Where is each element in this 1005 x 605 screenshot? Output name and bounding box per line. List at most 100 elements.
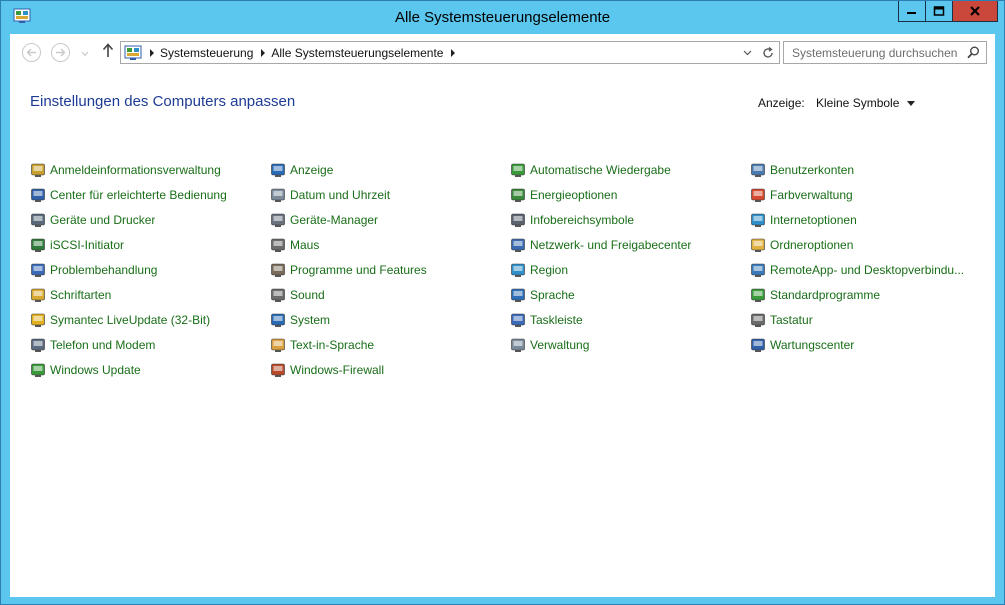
control-panel-item-label[interactable]: Windows-Firewall bbox=[290, 363, 384, 377]
control-panel-item[interactable]: Energieoptionen bbox=[510, 182, 750, 207]
notification-icons-icon[interactable] bbox=[510, 212, 526, 228]
devices-printers-icon[interactable] bbox=[30, 212, 46, 228]
control-panel-item-label[interactable]: Telefon und Modem bbox=[50, 338, 155, 352]
control-panel-item[interactable]: Infobereichsymbole bbox=[510, 207, 750, 232]
system-icon[interactable] bbox=[270, 312, 286, 328]
control-panel-item-label[interactable]: Datum und Uhrzeit bbox=[290, 188, 390, 202]
search-input[interactable] bbox=[784, 42, 964, 63]
view-mode-value[interactable]: Kleine Symbole bbox=[816, 96, 899, 110]
search-box[interactable] bbox=[783, 41, 987, 64]
control-panel-item[interactable]: Farbverwaltung bbox=[750, 182, 990, 207]
remoteapp-icon[interactable] bbox=[750, 262, 766, 278]
search-icon[interactable] bbox=[967, 46, 980, 62]
control-panel-item-label[interactable]: Maus bbox=[290, 238, 319, 252]
control-panel-item-label[interactable]: Windows Update bbox=[50, 363, 141, 377]
device-manager-icon[interactable] bbox=[270, 212, 286, 228]
region-icon[interactable] bbox=[510, 262, 526, 278]
symantec-liveupdate-icon[interactable] bbox=[30, 312, 46, 328]
address-history-button[interactable] bbox=[737, 50, 757, 56]
control-panel-item-label[interactable]: Taskleiste bbox=[530, 313, 583, 327]
windows-firewall-icon[interactable] bbox=[270, 362, 286, 378]
control-panel-item[interactable]: Windows Update bbox=[30, 357, 270, 382]
control-panel-item-label[interactable]: Geräte und Drucker bbox=[50, 213, 155, 227]
control-panel-item[interactable]: Maus bbox=[270, 232, 510, 257]
control-panel-item[interactable]: Symantec LiveUpdate (32-Bit) bbox=[30, 307, 270, 332]
user-accounts-icon[interactable] bbox=[750, 162, 766, 178]
control-panel-item-label[interactable]: Tastatur bbox=[770, 313, 813, 327]
display-icon[interactable] bbox=[270, 162, 286, 178]
close-button[interactable] bbox=[952, 1, 998, 22]
credential-vault-icon[interactable] bbox=[30, 162, 46, 178]
control-panel-item-label[interactable]: RemoteApp- und Desktopverbindu... bbox=[770, 263, 964, 277]
control-panel-item[interactable]: Anmeldeinformationsverwaltung bbox=[30, 157, 270, 182]
date-time-icon[interactable] bbox=[270, 187, 286, 203]
fonts-icon[interactable] bbox=[30, 287, 46, 303]
color-management-icon[interactable] bbox=[750, 187, 766, 203]
control-panel-item[interactable]: Telefon und Modem bbox=[30, 332, 270, 357]
control-panel-item-label[interactable]: Schriftarten bbox=[50, 288, 111, 302]
administrative-tools-icon[interactable] bbox=[510, 337, 526, 353]
control-panel-item[interactable]: Internetoptionen bbox=[750, 207, 990, 232]
control-panel-item[interactable]: Region bbox=[510, 257, 750, 282]
control-panel-item-label[interactable]: Energieoptionen bbox=[530, 188, 617, 202]
control-panel-item[interactable]: Netzwerk- und Freigabecenter bbox=[510, 232, 750, 257]
control-panel-item[interactable]: Sound bbox=[270, 282, 510, 307]
control-panel-item-label[interactable]: iSCSI-Initiator bbox=[50, 238, 124, 252]
power-options-icon[interactable] bbox=[510, 187, 526, 203]
up-button[interactable] bbox=[102, 42, 114, 61]
control-panel-item[interactable]: Sprache bbox=[510, 282, 750, 307]
minimize-button[interactable] bbox=[898, 1, 926, 22]
mouse-icon[interactable] bbox=[270, 237, 286, 253]
breadcrumb-separator-icon[interactable] bbox=[150, 48, 154, 57]
default-programs-icon[interactable] bbox=[750, 287, 766, 303]
control-panel-item[interactable]: Standardprogramme bbox=[750, 282, 990, 307]
refresh-button[interactable] bbox=[757, 46, 779, 59]
taskbar-icon[interactable] bbox=[510, 312, 526, 328]
control-panel-item[interactable]: Center für erleichterte Bedienung bbox=[30, 182, 270, 207]
control-panel-item[interactable]: Ordneroptionen bbox=[750, 232, 990, 257]
control-panel-item-label[interactable]: Benutzerkonten bbox=[770, 163, 854, 177]
internet-options-icon[interactable] bbox=[750, 212, 766, 228]
ease-of-access-icon[interactable] bbox=[30, 187, 46, 203]
control-panel-item[interactable]: Wartungscenter bbox=[750, 332, 990, 357]
control-panel-item-label[interactable]: Center für erleichterte Bedienung bbox=[50, 188, 227, 202]
folder-options-icon[interactable] bbox=[750, 237, 766, 253]
control-panel-item-label[interactable]: Sprache bbox=[530, 288, 575, 302]
control-panel-item-label[interactable]: Wartungscenter bbox=[770, 338, 854, 352]
control-panel-item[interactable]: RemoteApp- und Desktopverbindu... bbox=[750, 257, 990, 282]
sound-icon[interactable] bbox=[270, 287, 286, 303]
control-panel-item-label[interactable]: Sound bbox=[290, 288, 325, 302]
breadcrumb-separator-icon[interactable] bbox=[451, 48, 456, 57]
phone-modem-icon[interactable] bbox=[30, 337, 46, 353]
iscsi-initiator-icon[interactable] bbox=[30, 237, 46, 253]
control-panel-item-label[interactable]: Infobereichsymbole bbox=[530, 213, 634, 227]
network-sharing-icon[interactable] bbox=[510, 237, 526, 253]
title-bar[interactable]: Alle Systemsteuerungselemente bbox=[1, 1, 1004, 34]
text-to-speech-icon[interactable] bbox=[270, 337, 286, 353]
control-panel-item[interactable]: Problembehandlung bbox=[30, 257, 270, 282]
control-panel-item-label[interactable]: Verwaltung bbox=[530, 338, 589, 352]
recent-locations-button[interactable] bbox=[81, 46, 89, 60]
keyboard-icon[interactable] bbox=[750, 312, 766, 328]
control-panel-item[interactable]: Taskleiste bbox=[510, 307, 750, 332]
windows-update-icon[interactable] bbox=[30, 362, 46, 378]
action-center-icon[interactable] bbox=[750, 337, 766, 353]
control-panel-item[interactable]: System bbox=[270, 307, 510, 332]
control-panel-item[interactable]: Automatische Wiedergabe bbox=[510, 157, 750, 182]
control-panel-item[interactable]: Geräte-Manager bbox=[270, 207, 510, 232]
control-panel-item-label[interactable]: Text-in-Sprache bbox=[290, 338, 374, 352]
control-panel-item[interactable]: Verwaltung bbox=[510, 332, 750, 357]
control-panel-item[interactable]: Schriftarten bbox=[30, 282, 270, 307]
control-panel-item-label[interactable]: Automatische Wiedergabe bbox=[530, 163, 671, 177]
control-panel-item-label[interactable]: Programme und Features bbox=[290, 263, 427, 277]
control-panel-item-label[interactable]: Geräte-Manager bbox=[290, 213, 378, 227]
back-button[interactable] bbox=[22, 43, 41, 62]
control-panel-item-label[interactable]: Anzeige bbox=[290, 163, 333, 177]
control-panel-item-label[interactable]: Problembehandlung bbox=[50, 263, 157, 277]
control-panel-item[interactable]: Anzeige bbox=[270, 157, 510, 182]
maximize-button[interactable] bbox=[925, 1, 953, 22]
control-panel-item-label[interactable]: Standardprogramme bbox=[770, 288, 880, 302]
control-panel-item[interactable]: Geräte und Drucker bbox=[30, 207, 270, 232]
troubleshooting-icon[interactable] bbox=[30, 262, 46, 278]
control-panel-item[interactable]: Programme und Features bbox=[270, 257, 510, 282]
